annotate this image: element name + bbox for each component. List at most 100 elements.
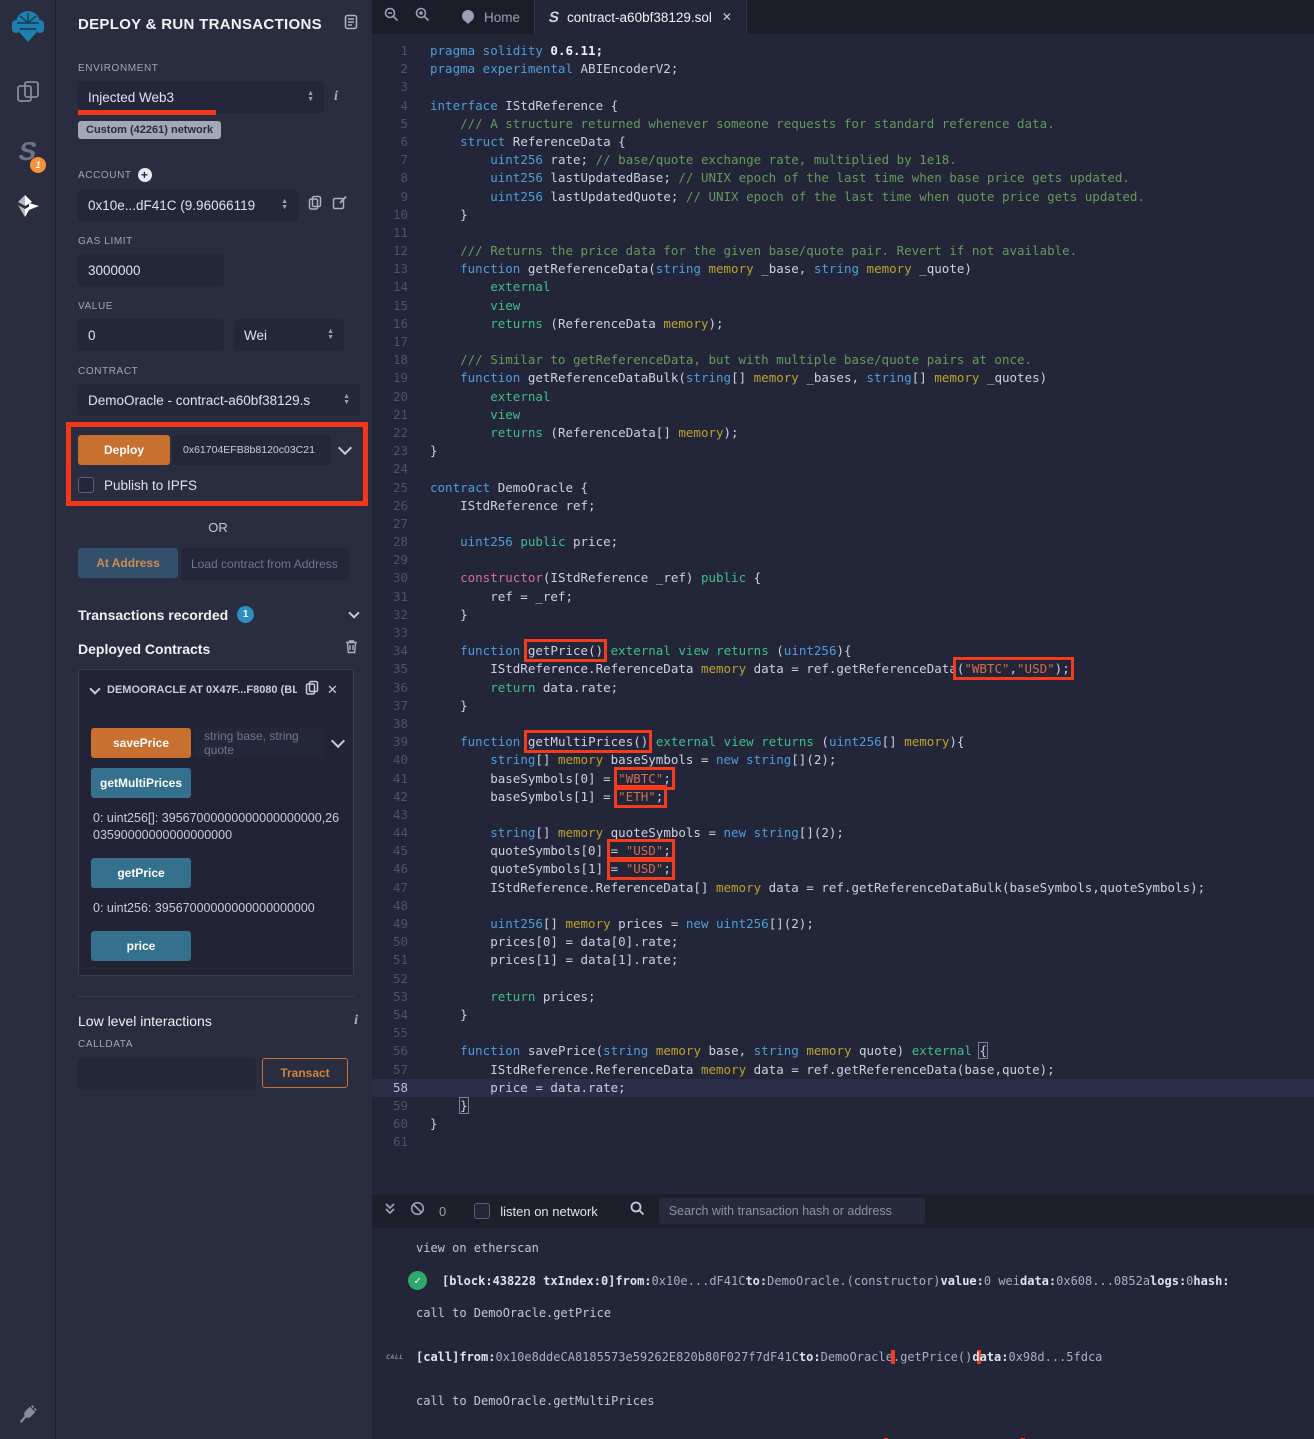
code-line: 45 quoteSymbols[0] = "USD"; (372, 842, 1314, 860)
panel-title: DEPLOY & RUN TRANSACTIONS (78, 16, 322, 33)
account-value: 0x10e...dF41C (9.96066119 (88, 198, 255, 213)
code-line: 29 (372, 551, 1314, 569)
copy-account-icon[interactable] (308, 195, 322, 215)
copy-address-icon[interactable] (305, 680, 319, 700)
at-address-button[interactable]: At Address (78, 548, 178, 578)
saveprice-args-input[interactable]: string base, string quote (194, 728, 324, 758)
edit-account-icon[interactable] (332, 195, 347, 215)
price-button[interactable]: price (91, 931, 191, 961)
line-number: 17 (372, 333, 430, 351)
transactions-recorded-row[interactable]: Transactions recorded 1 (78, 606, 358, 623)
code-line: 6 struct ReferenceData { (372, 133, 1314, 151)
environment-section: ENVIRONMENT Injected Web3 ▲▼ i Custom (4… (78, 63, 358, 153)
tab-home[interactable]: Home (446, 0, 534, 34)
code-text: prices[1] = data[1].rate; (430, 951, 1314, 969)
low-level-title: Low level interactions (78, 1013, 212, 1029)
code-line: 33 (372, 624, 1314, 642)
code-line: 43 (372, 806, 1314, 824)
code-line: 30 constructor(IStdReference _ref) publi… (372, 569, 1314, 587)
code-line: 36 return data.rate; (372, 679, 1314, 697)
account-select[interactable]: 0x10e...dF41C (9.96066119 ▲▼ (78, 189, 298, 221)
saveprice-button[interactable]: savePrice (91, 728, 191, 758)
code-lines: 1pragma solidity 0.6.11;2pragma experime… (372, 42, 1314, 1151)
tab-home-label: Home (484, 10, 520, 25)
code-text: } (430, 606, 1314, 624)
terminal-search-input[interactable] (659, 1198, 925, 1224)
code-text: IStdReference.ReferenceData[] memory dat… (430, 879, 1314, 897)
deploy-address-input[interactable]: 0x61704EFB8b8120c03C21 (173, 435, 331, 465)
chevron-down-icon[interactable] (331, 734, 345, 748)
getmultiprices-button[interactable]: getMultiPrices (91, 768, 191, 798)
line-number: 49 (372, 915, 430, 933)
trash-icon[interactable] (345, 639, 358, 659)
solidity-compiler-icon[interactable]: S 1 (19, 136, 36, 167)
terminal-log[interactable]: view on etherscan✓[block:438228 txIndex:… (372, 1228, 1314, 1439)
line-number: 32 (372, 606, 430, 624)
code-text (430, 551, 1314, 569)
low-level-info-icon[interactable]: i (354, 1013, 358, 1029)
contract-section: CONTRACT DemoOracle - contract-a60bf3812… (78, 366, 358, 416)
line-number: 33 (372, 624, 430, 642)
line-number: 60 (372, 1115, 430, 1133)
deploy-button[interactable]: Deploy (78, 435, 170, 465)
close-tab-icon[interactable]: ✕ (722, 10, 732, 24)
calldata-input[interactable] (78, 1058, 256, 1090)
doc-link-icon[interactable] (344, 14, 358, 35)
code-text: uint256 rate; // base/quote exchange rat… (430, 151, 1314, 169)
tab-contract-file[interactable]: S contract-a60bf38129.sol ✕ (534, 0, 747, 34)
value-section: VALUE 0 Wei ▲▼ (78, 301, 358, 351)
expand-terminal-icon[interactable] (384, 1202, 396, 1220)
code-line: 23} (372, 442, 1314, 460)
saveprice-args-placeholder: string base, string quote (204, 729, 314, 757)
code-text: } (430, 206, 1314, 224)
unit-select[interactable]: Wei ▲▼ (234, 319, 344, 351)
getprice-button[interactable]: getPrice (91, 858, 191, 888)
zoom-out-icon[interactable] (384, 7, 399, 27)
code-text (430, 1133, 1314, 1151)
code-text (430, 715, 1314, 733)
chevron-down-icon[interactable] (348, 607, 359, 618)
environment-info-icon[interactable]: i (334, 89, 338, 105)
value-input[interactable]: 0 (78, 319, 224, 351)
contract-select[interactable]: DemoOracle - contract-a60bf38129.s ▲▼ (78, 384, 360, 416)
at-address-input[interactable]: Load contract from Address (181, 548, 349, 580)
account-section: ACCOUNT + 0x10e...dF41C (9.96066119 ▲▼ (78, 168, 358, 221)
environment-select[interactable]: Injected Web3 ▲▼ (78, 81, 324, 113)
code-editor[interactable]: 1pragma solidity 0.6.11;2pragma experime… (372, 34, 1314, 1194)
remix-mini-logo-icon (460, 9, 476, 25)
plugin-manager-icon[interactable] (0, 1403, 55, 1425)
gas-limit-input[interactable]: 3000000 (78, 254, 224, 286)
code-line: 57 IStdReference.ReferenceData memory da… (372, 1061, 1314, 1079)
remix-logo-icon[interactable] (9, 8, 47, 53)
close-icon[interactable]: ✕ (327, 682, 338, 698)
code-line: 14 external (372, 278, 1314, 296)
listen-network-checkbox[interactable] (474, 1203, 490, 1219)
deploy-run-icon[interactable] (15, 193, 41, 224)
icon-rail: S 1 (0, 0, 56, 1439)
line-number: 2 (372, 60, 430, 78)
zoom-in-icon[interactable] (415, 7, 430, 27)
code-line: 60} (372, 1115, 1314, 1133)
solidity-file-icon: S (547, 9, 561, 26)
clear-terminal-icon[interactable] (410, 1201, 425, 1221)
add-account-icon[interactable]: + (138, 168, 152, 182)
code-line: 41 baseSymbols[0] = "WBTC"; (372, 770, 1314, 788)
transact-button[interactable]: Transact (262, 1058, 348, 1088)
line-number: 50 (372, 933, 430, 951)
gas-limit-value: 3000000 (88, 263, 141, 278)
code-line: 50 prices[0] = data[0].rate; (372, 933, 1314, 951)
line-number: 12 (372, 242, 430, 260)
red-box-annotation-deploy: Deploy 0x61704EFB8b8120c03C21 Publish to… (66, 422, 368, 506)
line-number: 40 (372, 751, 430, 769)
file-explorer-icon[interactable] (15, 79, 41, 110)
code-line: 28 uint256 public price; (372, 533, 1314, 551)
chevron-down-icon[interactable] (338, 441, 352, 455)
code-text: IStdReference ref; (430, 497, 1314, 515)
code-text (430, 1024, 1314, 1042)
code-line: 31 ref = _ref; (372, 588, 1314, 606)
line-number: 42 (372, 788, 430, 806)
publish-ipfs-checkbox[interactable] (78, 477, 94, 493)
code-line: 13 function getReferenceData(string memo… (372, 260, 1314, 278)
line-number: 14 (372, 278, 430, 296)
chevron-down-icon[interactable] (89, 683, 100, 694)
